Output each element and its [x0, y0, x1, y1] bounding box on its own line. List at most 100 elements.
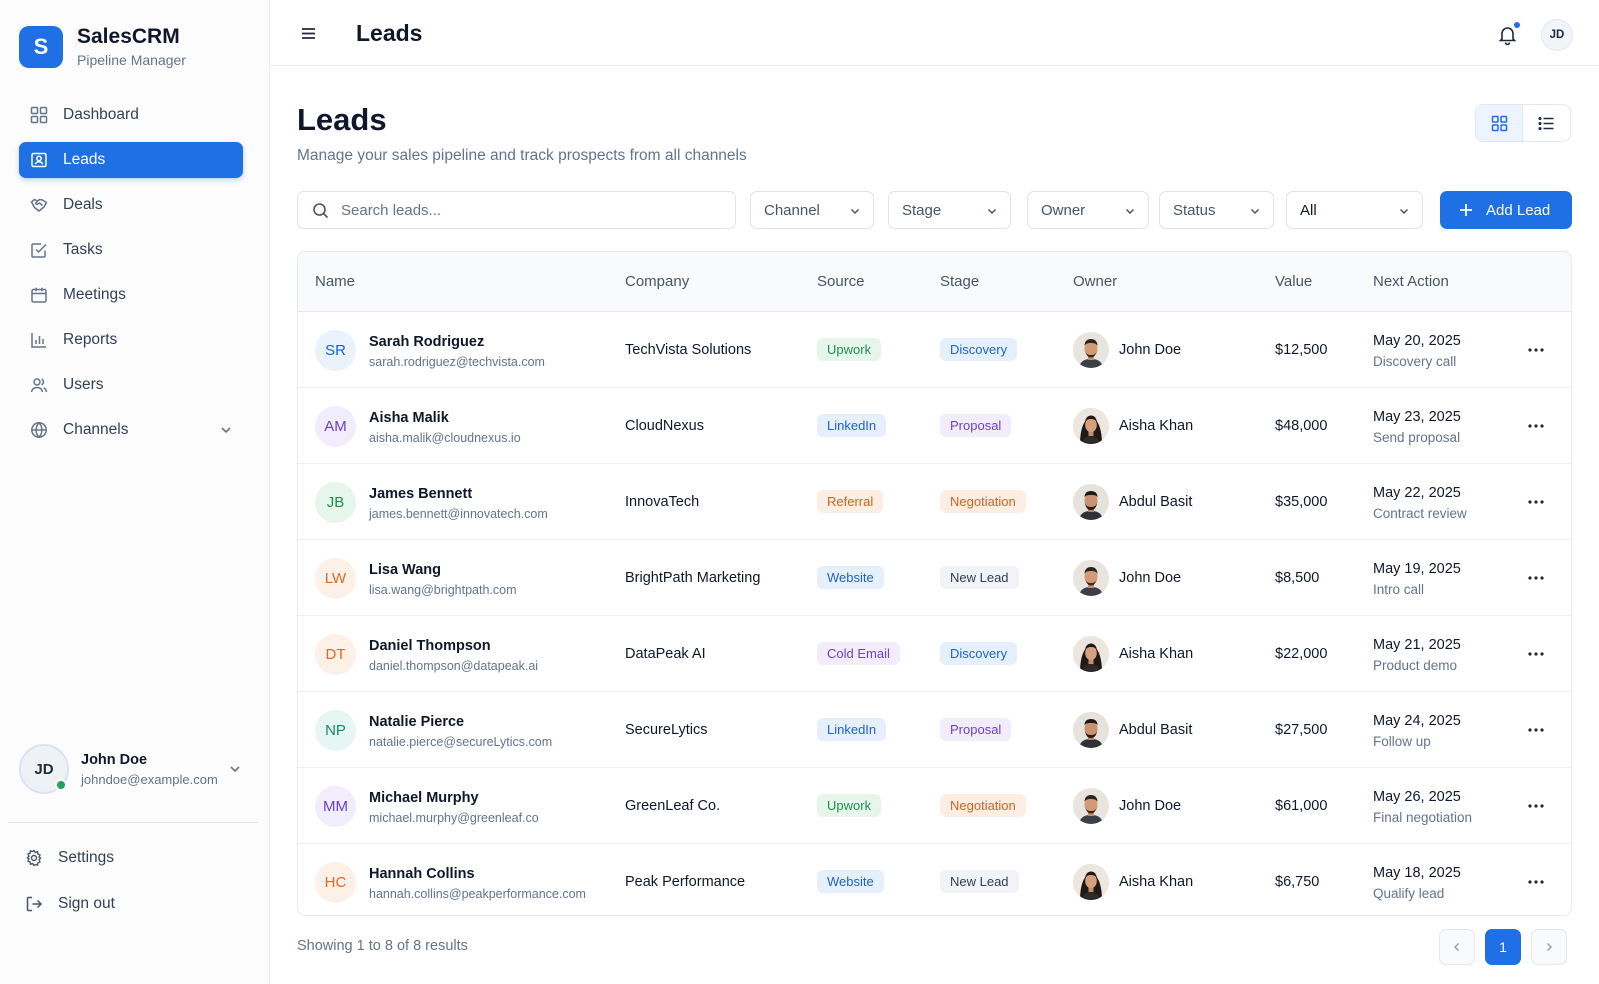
lead-name[interactable]: Hannah Collins: [369, 866, 475, 882]
lead-avatar: HC: [315, 862, 356, 903]
sidebar-item-deals[interactable]: Deals: [19, 187, 243, 223]
next-action-date: May 26, 2025: [1373, 789, 1461, 805]
owner-avatar: [1073, 560, 1109, 596]
lead-email: hannah.collins@peakperformance.com: [369, 887, 586, 901]
lead-company: CloudNexus: [625, 418, 704, 434]
lead-name[interactable]: James Bennett: [369, 486, 472, 502]
settings-label: Settings: [58, 849, 115, 866]
column-header-source[interactable]: Source: [817, 273, 865, 290]
column-header-stage[interactable]: Stage: [940, 273, 979, 290]
filter-label: All: [1300, 201, 1317, 219]
column-header-owner[interactable]: Owner: [1073, 273, 1117, 290]
sidebar-item-tasks[interactable]: Tasks: [19, 232, 243, 268]
owner-avatar: [1073, 864, 1109, 900]
filter-label: Owner: [1041, 201, 1086, 219]
more-options-icon[interactable]: [1526, 420, 1546, 432]
table-row[interactable]: LW Lisa Wang lisa.wang@brightpath.com Brigh…: [298, 540, 1571, 616]
grid-view-button[interactable]: [1476, 105, 1524, 141]
brand-logo: S: [19, 25, 63, 68]
lead-name[interactable]: Aisha Malik: [369, 410, 449, 426]
calendar-icon: [31, 287, 47, 303]
prev-page-button[interactable]: [1439, 929, 1475, 965]
chevron-down-icon[interactable]: [219, 423, 233, 437]
lead-company: InnovaTech: [625, 494, 700, 510]
all-filter[interactable]: All: [1286, 191, 1423, 229]
lead-name[interactable]: Daniel Thompson: [369, 638, 491, 654]
owner-filter[interactable]: Owner: [1027, 191, 1149, 229]
more-options-icon[interactable]: [1526, 800, 1546, 812]
owner-avatar: [1073, 636, 1109, 672]
column-header-next-action[interactable]: Next Action: [1373, 273, 1449, 290]
next-page-button[interactable]: [1531, 929, 1567, 965]
table-row[interactable]: NP Natalie Pierce natalie.pierce@secureLyt…: [298, 692, 1571, 768]
next-action-date: May 21, 2025: [1373, 637, 1461, 653]
lead-email: michael.murphy@greenleaf.co: [369, 811, 539, 825]
search-input[interactable]: [341, 201, 721, 219]
avatar[interactable]: JD: [1541, 19, 1573, 51]
sign-out-link[interactable]: Sign out: [25, 895, 115, 913]
stage-badge: Proposal: [940, 414, 1012, 437]
filter-label: Stage: [902, 201, 942, 219]
users-icon: [30, 378, 48, 393]
sign-out-icon: [26, 896, 43, 912]
table-row[interactable]: SR Sarah Rodriguez sarah.rodriguez@techvis…: [298, 312, 1571, 388]
menu-icon[interactable]: [300, 25, 317, 42]
lead-name[interactable]: Natalie Pierce: [369, 714, 464, 730]
more-options-icon[interactable]: [1526, 344, 1546, 356]
table-row[interactable]: JB James Bennett james.bennett@innovatech.…: [298, 464, 1571, 540]
channel-filter[interactable]: Channel: [750, 191, 874, 229]
sidebar-item-reports[interactable]: Reports: [19, 322, 243, 358]
lead-avatar: SR: [315, 330, 356, 371]
sidebar-item-dashboard[interactable]: Dashboard: [19, 97, 243, 133]
table-row[interactable]: DT Daniel Thompson daniel.thompson@datapea…: [298, 616, 1571, 692]
table-row[interactable]: HC Hannah Collins hannah.collins@peakperfo…: [298, 844, 1571, 915]
settings-link[interactable]: Settings: [25, 849, 114, 867]
lead-owner: John Doe: [1119, 342, 1182, 358]
list-view-button[interactable]: [1523, 105, 1570, 141]
user-name: John Doe: [81, 751, 148, 768]
column-header-value[interactable]: Value: [1275, 273, 1312, 290]
chevron-down-icon: [1250, 208, 1260, 215]
next-action-label: Discovery call: [1373, 354, 1457, 369]
lead-name[interactable]: Lisa Wang: [369, 562, 441, 578]
next-action-label: Product demo: [1373, 658, 1458, 673]
source-badge: Upwork: [817, 794, 882, 817]
add-lead-button[interactable]: Add Lead: [1440, 191, 1572, 229]
checkbox-icon: [31, 243, 47, 258]
source-badge: Website: [817, 870, 884, 893]
table-row[interactable]: AM Aisha Malik aisha.malik@cloudnexus.io Cl…: [298, 388, 1571, 464]
sidebar-item-leads[interactable]: Leads: [19, 142, 243, 178]
stage-filter[interactable]: Stage: [888, 191, 1011, 229]
chevron-down-icon: [987, 208, 997, 215]
lead-name[interactable]: Sarah Rodriguez: [369, 334, 484, 350]
lead-company: Peak Performance: [625, 874, 746, 890]
add-lead-label: Add Lead: [1486, 201, 1551, 219]
more-options-icon[interactable]: [1526, 496, 1546, 508]
sidebar-item-meetings[interactable]: Meetings: [19, 277, 243, 313]
brand[interactable]: S SalesCRM Pipeline Manager: [19, 25, 186, 68]
more-options-icon[interactable]: [1526, 648, 1546, 660]
table-row[interactable]: MM Michael Murphy michael.murphy@greenleaf…: [298, 768, 1571, 844]
lead-avatar: LW: [315, 558, 356, 599]
column-header-company[interactable]: Company: [625, 273, 689, 290]
more-options-icon[interactable]: [1526, 724, 1546, 736]
lead-owner: Abdul Basit: [1119, 722, 1193, 738]
brand-subtitle: Pipeline Manager: [77, 52, 186, 68]
page-button-current[interactable]: 1: [1485, 929, 1521, 965]
status-filter[interactable]: Status: [1159, 191, 1274, 229]
list-icon: [1538, 116, 1554, 130]
lead-owner: John Doe: [1119, 570, 1182, 586]
next-action-date: May 20, 2025: [1373, 333, 1461, 349]
plus-icon: [1460, 204, 1472, 216]
more-options-icon[interactable]: [1526, 876, 1546, 888]
sidebar-item-channels[interactable]: Channels: [19, 412, 243, 448]
lead-company: SecureLytics: [625, 722, 708, 738]
sidebar-item-users[interactable]: Users: [19, 367, 243, 403]
user-profile[interactable]: JD John Doe johndoe@example.com: [19, 741, 249, 797]
lead-name[interactable]: Michael Murphy: [369, 790, 479, 806]
more-options-icon[interactable]: [1526, 572, 1546, 584]
search-field[interactable]: [297, 191, 736, 229]
next-action-label: Intro call: [1373, 582, 1425, 597]
chevron-down-icon[interactable]: [228, 762, 242, 776]
column-header-name[interactable]: Name: [315, 273, 355, 290]
